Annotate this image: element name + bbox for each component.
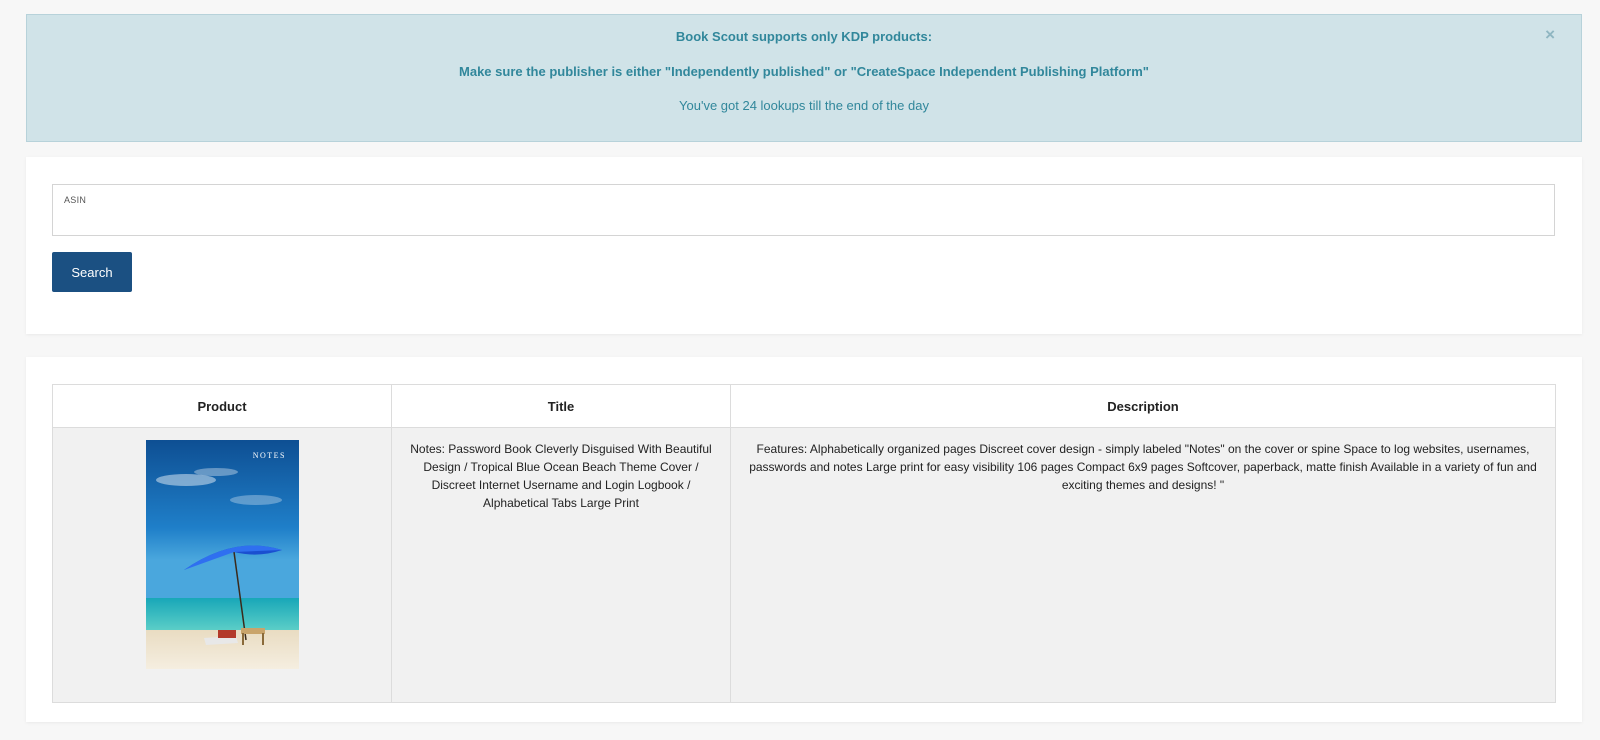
book-cover-image[interactable]: NOTES — [145, 440, 299, 669]
column-header-description: Description — [730, 384, 1556, 428]
column-header-product: Product — [52, 384, 392, 428]
column-header-title: Title — [391, 384, 731, 428]
beach-cover-illustration: NOTES — [145, 440, 299, 669]
kdp-info-alert: Book Scout supports only KDP products: M… — [26, 14, 1582, 142]
search-button[interactable]: Search — [52, 252, 132, 292]
alert-publisher-note: Make sure the publisher is either "Indep… — [459, 64, 1149, 79]
table-row: NOTES Notes: Password Book Cleverly Disg… — [52, 427, 1556, 703]
close-icon[interactable]: × — [1545, 26, 1555, 43]
asin-field-label: ASIN — [64, 195, 87, 205]
table-header-row: Product Title Description — [52, 384, 1556, 428]
product-title-cell: Notes: Password Book Cleverly Disguised … — [391, 427, 731, 703]
product-description-cell: Features: Alphabetically organized pages… — [730, 427, 1556, 703]
asin-input[interactable] — [63, 209, 1544, 233]
asin-field[interactable]: ASIN — [52, 184, 1555, 236]
results-table: Product Title Description NOTES Notes: P… — [52, 384, 1556, 703]
product-cell: NOTES — [52, 427, 392, 703]
alert-lookups-remaining: You've got 24 lookups till the end of th… — [679, 98, 929, 113]
alert-heading: Book Scout supports only KDP products: — [675, 29, 933, 44]
cover-title-text: NOTES — [252, 451, 285, 460]
search-panel: ASIN Search — [26, 157, 1582, 334]
results-panel: Product Title Description NOTES Notes: P… — [26, 357, 1582, 722]
